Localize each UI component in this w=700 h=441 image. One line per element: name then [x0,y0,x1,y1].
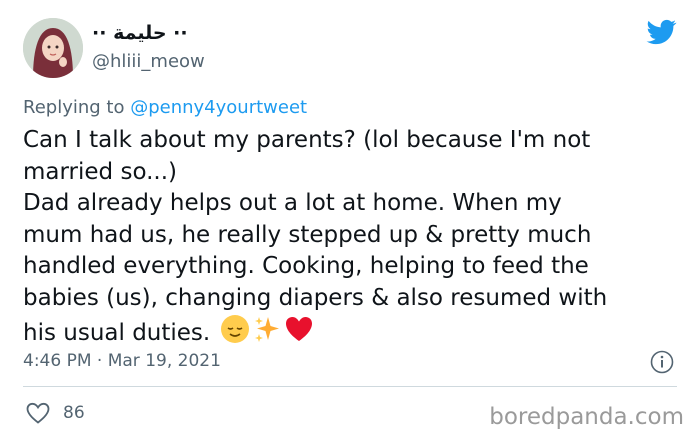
tweet-text: Can I talk about my parents? (lol becaus… [23,125,683,350]
reply-mention-link[interactable]: @penny4yourtweet [130,97,307,118]
replying-to: Replying to @penny4yourtweet [23,97,307,118]
tweet-line: Dad already helps out a lot at home. Whe… [23,190,562,216]
tweet-line: babies (us), changing diapers & also res… [23,284,608,311]
tweet-line: his usual duties. [23,320,211,346]
tweet-timestamp[interactable]: 4:46 PM · Mar 19, 2021 [23,351,221,371]
info-icon[interactable] [650,350,674,374]
display-name[interactable]: ·· حليمة ·· [92,22,188,44]
avatar[interactable] [23,18,83,78]
tweet-line-last: his usual duties. [23,314,683,350]
tweet-line: married so...) [23,158,178,185]
relieved-face-icon [220,315,249,343]
twitter-bird-icon[interactable] [645,17,678,47]
tweet-line: handled everything. Cooking, helping to … [23,253,589,279]
tweet-line: Can I talk about my parents? (lol becaus… [23,127,591,153]
tweet-line: mum had us, he really stepped up & prett… [23,221,592,248]
watermark: boredpanda.com [489,404,684,430]
red-heart-icon [285,317,312,341]
replying-prefix: Replying to [23,97,131,118]
user-handle[interactable]: @hliii_meow [92,51,205,72]
avatar-illustration [23,18,83,78]
like-count: 86 [63,403,85,423]
divider [23,386,677,387]
sparkles-icon [254,317,279,342]
heart-outline-icon[interactable] [25,401,51,425]
